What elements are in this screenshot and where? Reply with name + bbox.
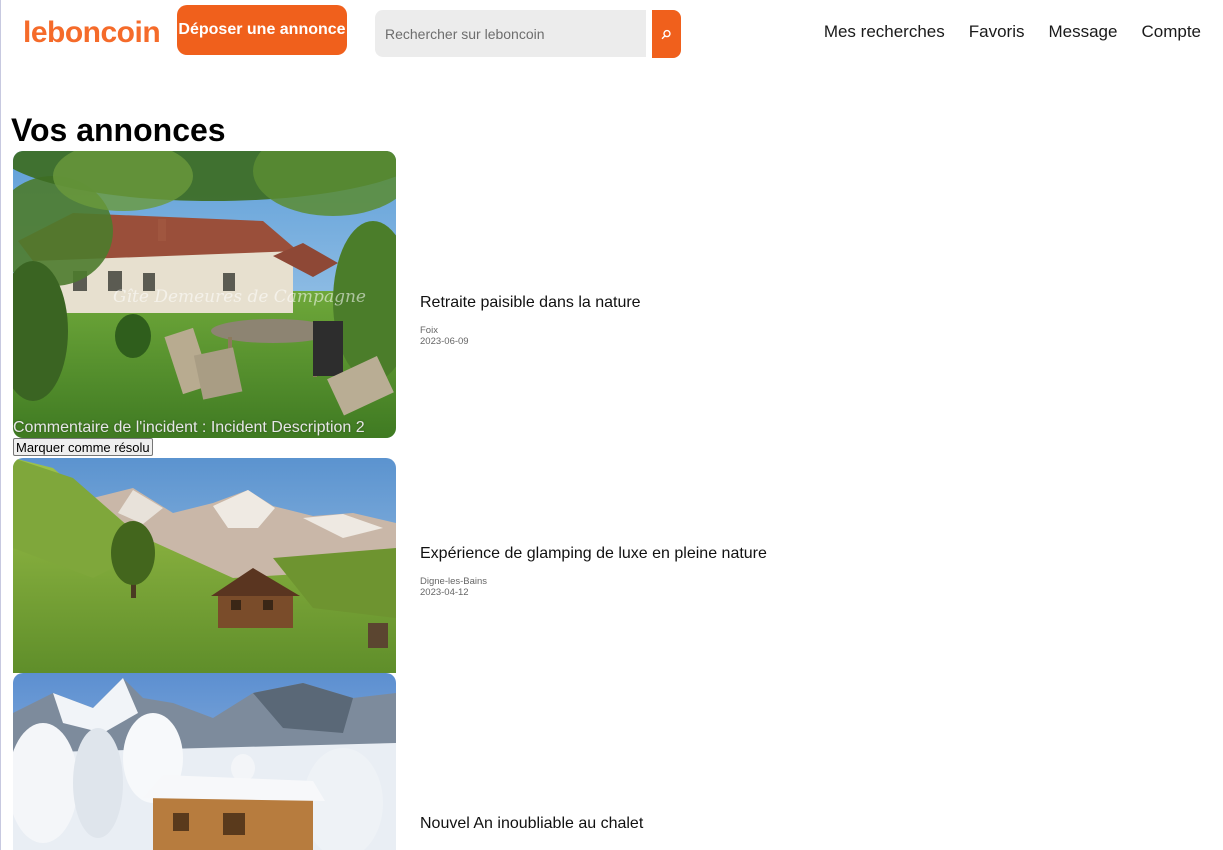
search-icon bbox=[661, 29, 671, 39]
nav-account[interactable]: Compte bbox=[1141, 22, 1201, 42]
site-logo[interactable]: leboncoin bbox=[23, 14, 161, 52]
incident-comment: Commentaire de l'incident : Incident Des… bbox=[13, 419, 365, 436]
header-nav: Mes recherches Favoris Message Compte bbox=[824, 22, 1201, 42]
listing-image[interactable] bbox=[13, 458, 396, 673]
listing-date: 2023-04-12 bbox=[420, 587, 469, 598]
listing-city: Foix bbox=[420, 325, 438, 336]
mountain-cabin-photo bbox=[13, 458, 396, 673]
listing-image[interactable] bbox=[13, 673, 396, 850]
listing-title[interactable]: Retraite paisible dans la nature bbox=[420, 293, 641, 313]
page-edge-line bbox=[0, 0, 1, 850]
listing-title[interactable]: Expérience de glamping de luxe en pleine… bbox=[420, 544, 767, 564]
listing-title[interactable]: Nouvel An inoubliable au chalet bbox=[420, 814, 643, 834]
search-button[interactable] bbox=[652, 10, 681, 58]
mark-resolved-button[interactable]: Marquer comme résolu bbox=[13, 438, 153, 456]
nav-favorites[interactable]: Favoris bbox=[969, 22, 1025, 42]
nav-messages[interactable]: Message bbox=[1048, 22, 1117, 42]
listing-city: Digne-les-Bains bbox=[420, 576, 488, 587]
post-ad-button[interactable]: Déposer une annonce bbox=[177, 5, 347, 55]
search-input[interactable] bbox=[375, 10, 646, 57]
listing-image[interactable]: Gîte Demeures de Campagne Commentaire de… bbox=[13, 151, 396, 438]
image-watermark: Gîte Demeures de Campagne bbox=[113, 287, 366, 307]
nav-my-searches[interactable]: Mes recherches bbox=[824, 22, 945, 42]
snowy-chalet-photo bbox=[13, 673, 396, 850]
page-title: Vos annonces bbox=[11, 112, 226, 148]
listing-date: 2023-06-09 bbox=[420, 336, 469, 347]
